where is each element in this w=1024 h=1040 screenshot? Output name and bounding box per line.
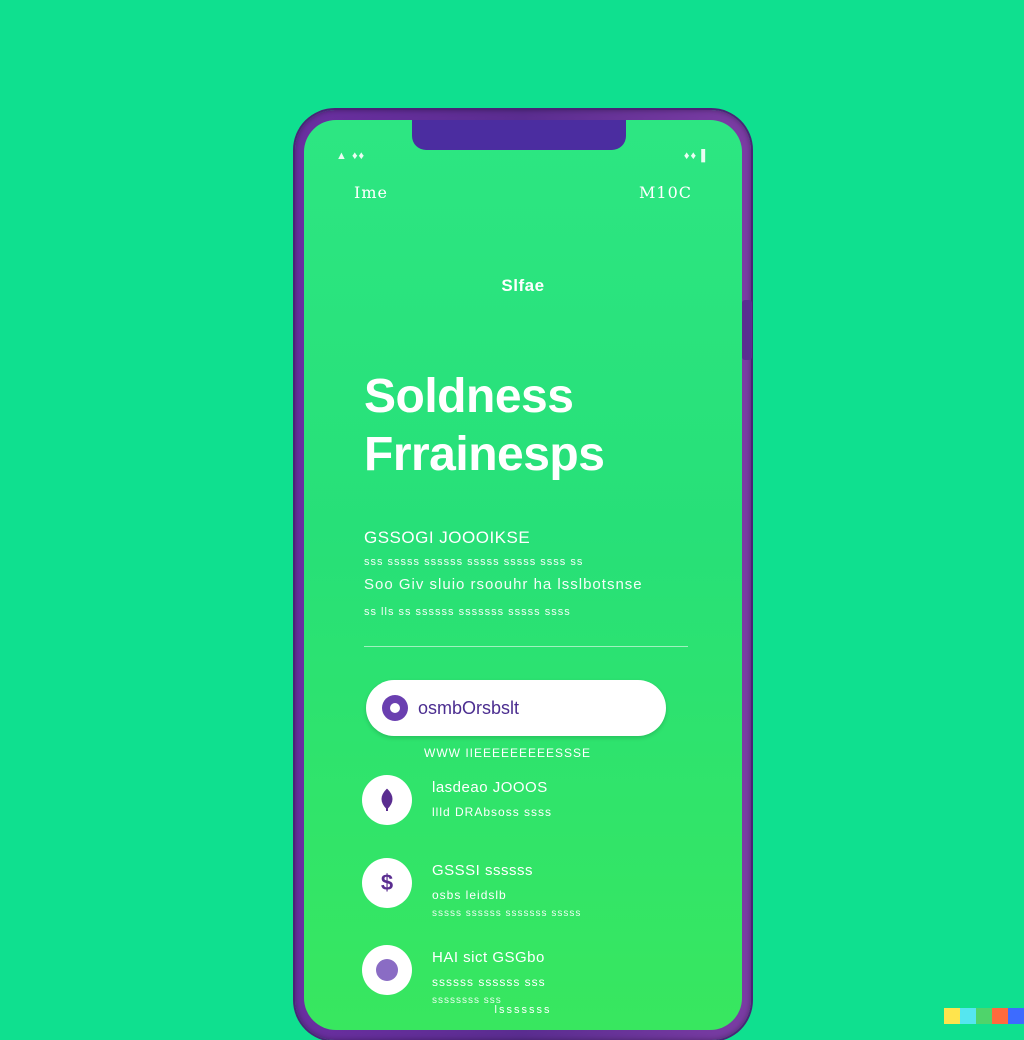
list-item-title: GSSSI ssssss xyxy=(432,862,534,879)
leaf-icon xyxy=(362,775,412,825)
side-button xyxy=(742,300,752,360)
list-item-title: HAI sict GSGbo xyxy=(432,949,545,966)
description-line-3: ss lls ss ssssss sssssss sssss ssss xyxy=(364,606,571,618)
header-right-label[interactable]: M10C xyxy=(639,183,692,202)
list-item-meta: sssss ssssss sssssss sssss xyxy=(432,908,582,919)
hero-title: Soldness Frrainesps xyxy=(364,368,605,484)
search-bar[interactable] xyxy=(366,680,666,736)
header-left-label[interactable]: Ime xyxy=(354,183,388,202)
dollar-icon: $ xyxy=(362,858,412,908)
list-item[interactable]: lasdeao JOOOS llld DRAbsoss ssss xyxy=(362,775,692,845)
status-left: ▲ ♦♦ xyxy=(336,150,366,162)
circle-icon xyxy=(362,945,412,995)
search-input[interactable] xyxy=(416,696,640,720)
status-right: ♦♦ ▌ xyxy=(683,150,710,162)
footer-text: lsssssss xyxy=(494,1004,552,1016)
list-item-subtitle: ssssss ssssss sss xyxy=(432,975,546,989)
description-heading: GSSOGI JOOOIKSE xyxy=(364,528,531,547)
app-screen: ▲ ♦♦ ♦♦ ▌ Ime M10C Slfae Soldness Frrain… xyxy=(304,120,742,1030)
hero-line-2: Frrainesps xyxy=(364,428,605,481)
phone-frame: ▲ ♦♦ ♦♦ ▌ Ime M10C Slfae Soldness Frrain… xyxy=(295,110,751,1040)
divider xyxy=(364,646,688,647)
list-item-subtitle: llld DRAbsoss ssss xyxy=(432,805,553,819)
list-item[interactable]: $ GSSSI ssssss osbs leidslb sssss ssssss… xyxy=(362,858,692,928)
description-line-1: sss sssss ssssss sssss sssss ssss ss xyxy=(364,556,584,568)
brand-label: Slfae xyxy=(501,276,545,295)
search-icon xyxy=(382,695,408,721)
list-item-title: lasdeao JOOOS xyxy=(432,779,548,796)
search-hint: WWW IIEEEEEEEEESSSE xyxy=(424,746,592,760)
camera-notch xyxy=(412,120,626,150)
list-item-subtitle: osbs leidslb xyxy=(432,888,507,902)
description-line-2: Soo Giv sluio rsoouhr ha lsslbotsnse xyxy=(364,576,643,593)
color-watermark xyxy=(944,1008,1024,1024)
hero-line-1: Soldness xyxy=(364,370,574,423)
